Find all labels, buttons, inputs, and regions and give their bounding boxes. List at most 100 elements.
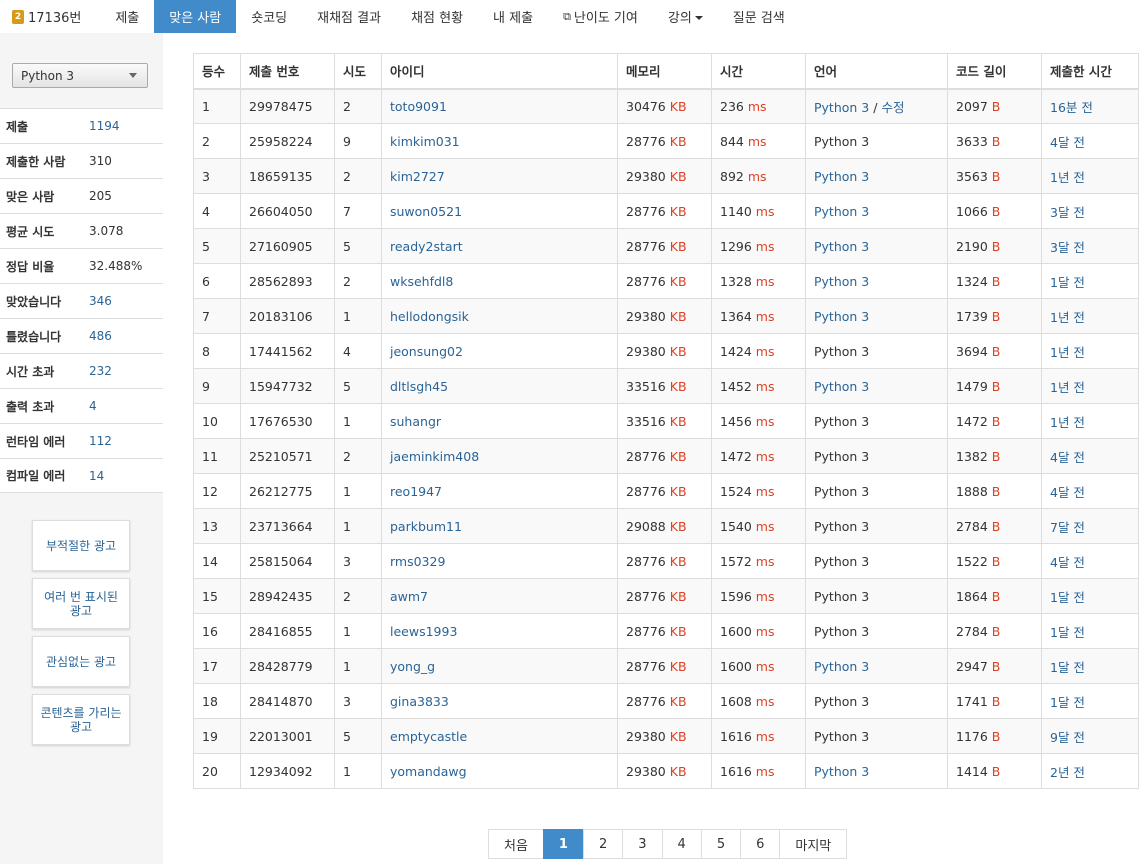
submitted-time-link[interactable]: 2년 전	[1050, 765, 1085, 780]
submitted-time-link[interactable]: 1년 전	[1050, 310, 1085, 325]
user-id-link[interactable]: dltlsgh45	[390, 379, 448, 394]
nav-problem-number[interactable]: 2 17136번	[0, 0, 100, 33]
submitted-time-link[interactable]: 1달 전	[1050, 590, 1085, 605]
user-id-link[interactable]: suhangr	[390, 414, 441, 429]
user-id-link[interactable]: jaeminkim408	[390, 449, 479, 464]
nav-question-search[interactable]: 질문 검색	[718, 0, 800, 33]
stat-label: 컴파일 에러	[6, 469, 66, 483]
user-id-link[interactable]: suwon0521	[390, 204, 462, 219]
language-link[interactable]: Python 3	[814, 659, 869, 674]
stat-value-link[interactable]: 14	[89, 469, 104, 483]
user-id-link[interactable]: kim2727	[390, 169, 445, 184]
user-id-link[interactable]: leews1993	[390, 624, 457, 639]
code-length-value: 1382	[956, 448, 988, 464]
pagination-page[interactable]: 4	[661, 829, 702, 859]
language-link[interactable]: Python 3	[814, 764, 869, 779]
pagination-page[interactable]: 2	[582, 829, 624, 859]
submitted-time-cell: 1년 전	[1041, 403, 1139, 439]
submitted-time-link[interactable]: 4달 전	[1050, 485, 1085, 500]
stat-value-link[interactable]: 1194	[89, 119, 120, 133]
user-id-link[interactable]: awm7	[390, 589, 428, 604]
stat-value-link[interactable]: 232	[89, 364, 112, 378]
language-link[interactable]: Python 3	[814, 204, 869, 219]
submitted-time-link[interactable]: 1년 전	[1050, 380, 1085, 395]
user-id-link[interactable]: hellodongsik	[390, 309, 469, 324]
nav-judge-status[interactable]: 채점 현황	[396, 0, 478, 33]
tries-cell: 1	[334, 473, 382, 509]
column-header-language[interactable]: 언어	[805, 53, 948, 90]
column-header-submitted-time[interactable]: 제출한 시간	[1041, 53, 1139, 90]
user-id-link[interactable]: gina3833	[390, 694, 449, 709]
user-id-link[interactable]: wksehfdl8	[390, 274, 453, 289]
nav-submit[interactable]: 제출	[100, 0, 154, 33]
stat-value-link[interactable]: 112	[89, 434, 112, 448]
submitted-time-link[interactable]: 4달 전	[1050, 450, 1085, 465]
submitted-time-link[interactable]: 1달 전	[1050, 625, 1085, 640]
nav-difficulty-contribution[interactable]: ⧉ 난이도 기여	[548, 0, 653, 33]
column-header-tries[interactable]: 시도	[334, 53, 382, 90]
column-header-time[interactable]: 시간	[711, 53, 806, 90]
language-link[interactable]: Python 3	[814, 100, 869, 115]
submitted-time-link[interactable]: 1년 전	[1050, 345, 1085, 360]
pagination-last[interactable]: 마지막	[779, 829, 848, 859]
language-link[interactable]: Python 3	[814, 379, 869, 394]
column-header-code-length[interactable]: 코드 길이	[947, 53, 1042, 90]
submitted-time-link[interactable]: 4달 전	[1050, 135, 1085, 150]
language-link[interactable]: Python 3	[814, 239, 869, 254]
nav-accepted-users[interactable]: 맞은 사람	[154, 0, 237, 33]
user-id-link[interactable]: yomandawg	[390, 764, 467, 779]
nav-rejudge-results[interactable]: 재채점 결과	[302, 0, 396, 33]
pagination-page[interactable]: 1	[542, 829, 584, 859]
user-id-link[interactable]: parkbum11	[390, 519, 462, 534]
user-id-link[interactable]: ready2start	[390, 239, 463, 254]
submitted-time-link[interactable]: 16분 전	[1050, 100, 1093, 115]
ad-feedback-not-interested-button[interactable]: 관심없는 광고	[32, 636, 130, 687]
submitted-time-link[interactable]: 1달 전	[1050, 275, 1085, 290]
user-id-link[interactable]: jeonsung02	[390, 344, 463, 359]
submitted-time-cell: 3달 전	[1041, 193, 1139, 229]
ad-feedback-repeated-button[interactable]: 여러 번 표시된 광고	[32, 578, 130, 629]
nav-short-coding[interactable]: 숏코딩	[236, 0, 302, 33]
pagination-first[interactable]: 처음	[488, 829, 544, 859]
pagination-page[interactable]: 5	[700, 829, 742, 859]
column-header-rank[interactable]: 등수	[193, 53, 241, 90]
column-header-submission-id[interactable]: 제출 번호	[240, 53, 335, 90]
submitted-time-link[interactable]: 4달 전	[1050, 555, 1085, 570]
nav-lectures-dropdown[interactable]: 강의	[653, 0, 718, 33]
submitted-time-link[interactable]: 1년 전	[1050, 170, 1085, 185]
user-id-link[interactable]: reo1947	[390, 484, 442, 499]
stat-value-link[interactable]: 4	[89, 399, 97, 413]
submitted-time-link[interactable]: 1달 전	[1050, 695, 1085, 710]
time-value: 1616	[720, 728, 752, 744]
time-cell: 1364 ms	[711, 298, 806, 334]
user-id-link[interactable]: emptycastle	[390, 729, 467, 744]
user-id-link[interactable]: rms0329	[390, 554, 445, 569]
code-length-unit: B	[991, 728, 1001, 744]
language-link[interactable]: Python 3	[814, 169, 869, 184]
submitted-time-link[interactable]: 1달 전	[1050, 660, 1085, 675]
stat-value-link[interactable]: 346	[89, 294, 112, 308]
user-id-link[interactable]: kimkim031	[390, 134, 460, 149]
language-cell: Python 3	[805, 648, 948, 684]
submitted-time-link[interactable]: 1년 전	[1050, 415, 1085, 430]
submitted-time-link[interactable]: 3달 전	[1050, 240, 1085, 255]
edit-link[interactable]: 수정	[881, 100, 904, 115]
submitted-time-link[interactable]: 9달 전	[1050, 730, 1085, 745]
nav-my-submissions[interactable]: 내 제출	[478, 0, 548, 33]
ad-feedback-inappropriate-button[interactable]: 부적절한 광고	[32, 520, 130, 571]
pagination-page[interactable]: 6	[740, 829, 781, 859]
submitted-time-cell: 16분 전	[1041, 88, 1139, 124]
code-length-cell: 1382 B	[947, 438, 1042, 474]
column-header-memory[interactable]: 메모리	[617, 53, 712, 90]
submitted-time-link[interactable]: 3달 전	[1050, 205, 1085, 220]
stat-value-link[interactable]: 486	[89, 329, 112, 343]
language-link[interactable]: Python 3	[814, 274, 869, 289]
user-id-link[interactable]: yong_g	[390, 659, 435, 674]
language-link[interactable]: Python 3	[814, 309, 869, 324]
column-header-user-id[interactable]: 아이디	[381, 53, 618, 90]
language-select[interactable]: Python 3	[12, 63, 148, 88]
submitted-time-link[interactable]: 7달 전	[1050, 520, 1085, 535]
user-id-link[interactable]: toto9091	[390, 99, 447, 114]
ad-feedback-covers-content-button[interactable]: 콘텐츠를 가리는 광고	[32, 694, 130, 745]
pagination-page[interactable]: 3	[622, 829, 663, 859]
